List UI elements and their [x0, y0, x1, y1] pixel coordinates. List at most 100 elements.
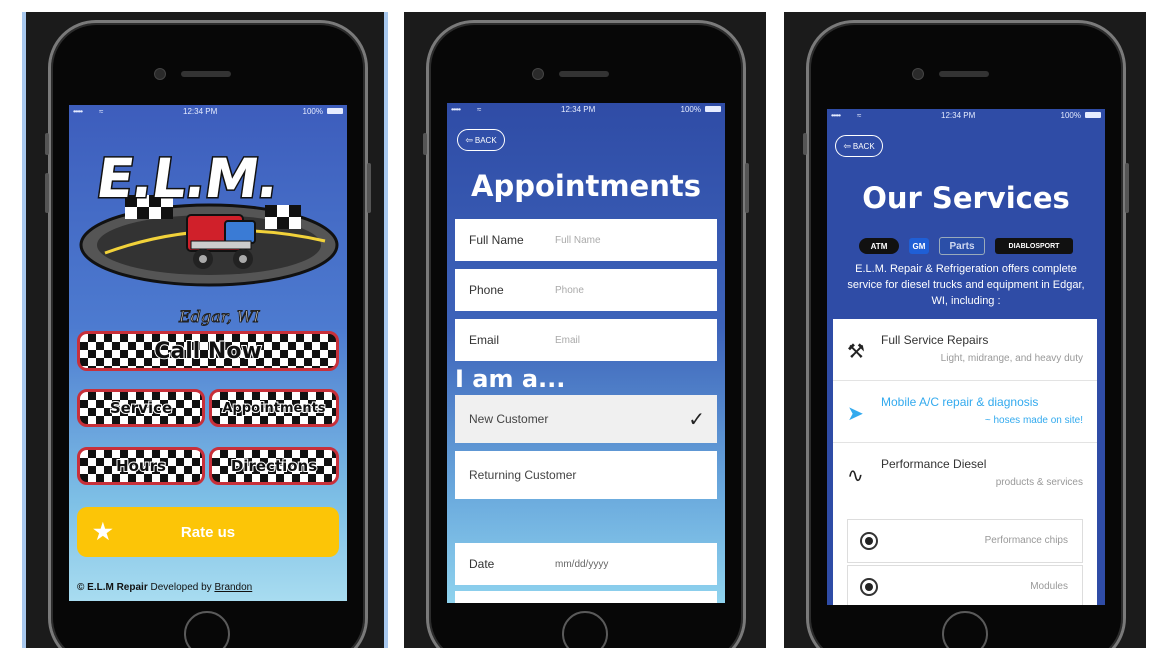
- service-title: Mobile A/C repair & diagnosis: [881, 395, 1039, 409]
- signal-indicator: •••••: [73, 107, 83, 116]
- full-name-placeholder: Full Name: [555, 234, 601, 246]
- wifi-icon: ≈: [99, 107, 104, 116]
- wifi-icon: ≈: [477, 105, 482, 114]
- front-camera: [154, 68, 166, 80]
- appointments-label: Appointments: [221, 400, 326, 417]
- front-camera: [532, 68, 544, 80]
- home-button[interactable]: [184, 611, 230, 648]
- next-field-partial[interactable]: [455, 591, 717, 603]
- sub-option[interactable]: Performance chips: [847, 519, 1083, 563]
- footer: © E.L.M Repair Developed by Brandon: [77, 582, 252, 593]
- phone-frame: ••••• ≈ 12:34 PM 100% E.L.M. Edgar, WI C…: [45, 20, 371, 648]
- screenshot-services: ••••• ≈ 12:34 PM 100% ⇦ BACK Our Service…: [784, 12, 1146, 648]
- services-description: E.L.M. Repair & Refrigeration offers com…: [847, 263, 1085, 307]
- full-name-label: Full Name: [469, 233, 524, 247]
- status-bar: ••••• ≈ 12:34 PM 100%: [447, 103, 725, 115]
- service-title: Performance Diesel: [881, 457, 987, 471]
- speaker: [559, 71, 609, 77]
- option-new-customer[interactable]: New Customer ✓: [455, 395, 717, 443]
- brand-logo: Parts: [939, 237, 985, 255]
- elm-logo: E.L.M. Edgar, WI: [75, 125, 343, 327]
- status-time: 12:34 PM: [183, 107, 218, 116]
- service-item[interactable]: ➤ Mobile A/C repair & diagnosis ~ hoses …: [833, 381, 1097, 443]
- call-now-label: Call Now: [153, 338, 263, 365]
- battery-percent: 100%: [680, 105, 701, 114]
- option-returning-customer[interactable]: Returning Customer: [455, 451, 717, 499]
- speaker: [939, 71, 989, 77]
- front-camera: [912, 68, 924, 80]
- customer-type-heading: I am a...: [455, 365, 566, 393]
- directions-button[interactable]: Directions: [209, 447, 339, 485]
- status-time: 12:34 PM: [561, 105, 596, 114]
- rate-us-label: Rate us: [180, 523, 236, 541]
- returning-customer-label: Returning Customer: [469, 468, 577, 482]
- service-label: Service: [109, 398, 173, 418]
- footer-copyright: © E.L.M Repair: [77, 582, 148, 593]
- battery-icon: [705, 106, 721, 112]
- home-button[interactable]: [942, 611, 988, 648]
- status-bar: ••••• ≈ 12:34 PM 100%: [69, 105, 347, 117]
- services-screen: ••••• ≈ 12:34 PM 100% ⇦ BACK Our Service…: [827, 109, 1105, 605]
- service-subtitle: products & services: [995, 477, 1083, 488]
- back-button[interactable]: ⇦ BACK: [457, 129, 505, 151]
- service-button[interactable]: Service: [77, 389, 205, 427]
- email-placeholder: Email: [555, 334, 581, 346]
- phone-placeholder: Phone: [555, 284, 584, 296]
- home-screen: ••••• ≈ 12:34 PM 100% E.L.M. Edgar, WI C…: [69, 105, 347, 601]
- full-name-field[interactable]: Full Name Full Name: [455, 219, 717, 261]
- signal-indicator: •••••: [831, 111, 841, 120]
- status-bar: ••••• ≈ 12:34 PM 100%: [827, 109, 1105, 121]
- battery-percent: 100%: [1060, 111, 1081, 120]
- sub-option-label: Performance chips: [984, 535, 1068, 546]
- pulse-icon: ∿: [847, 465, 864, 487]
- phone-frame: ••••• ≈ 12:34 PM 100% ⇦ BACK Appointment…: [423, 20, 749, 648]
- service-item[interactable]: ∿ Performance Diesel products & services: [833, 443, 1097, 505]
- screenshot-home: ••••• ≈ 12:34 PM 100% E.L.M. Edgar, WI C…: [22, 12, 388, 648]
- page-title: Appointments: [471, 169, 701, 203]
- radio-icon: [860, 578, 878, 596]
- page-title: Our Services: [862, 181, 1070, 215]
- rate-us-button[interactable]: ★ Rate us: [77, 507, 339, 557]
- phone-field[interactable]: Phone Phone: [455, 269, 717, 311]
- date-field[interactable]: Date mm/dd/yyyy: [455, 543, 717, 585]
- status-time: 12:34 PM: [941, 111, 976, 120]
- mute-switch: [803, 133, 807, 155]
- power-button: [367, 163, 371, 213]
- power-button: [745, 163, 749, 213]
- appointments-screen: ••••• ≈ 12:34 PM 100% ⇦ BACK Appointment…: [447, 103, 725, 603]
- back-button[interactable]: ⇦ BACK: [835, 135, 883, 157]
- email-field[interactable]: Email Email: [455, 319, 717, 361]
- mute-switch: [423, 133, 427, 155]
- star-icon: ★: [93, 519, 113, 544]
- phone-label: Phone: [469, 283, 504, 297]
- email-label: Email: [469, 333, 500, 347]
- sub-option[interactable]: Modules: [847, 565, 1083, 605]
- service-subtitle: Light, midrange, and heavy duty: [940, 353, 1083, 364]
- sub-option-label: Modules: [1030, 581, 1068, 592]
- call-now-button[interactable]: Call Now: [77, 331, 339, 371]
- date-placeholder: mm/dd/yyyy: [555, 558, 609, 570]
- logo-location: Edgar, WI: [179, 307, 261, 327]
- service-title: Full Service Repairs: [881, 333, 989, 347]
- back-arrow-icon: ⇦: [843, 140, 851, 151]
- brand-logo: DIABLOSPORT: [995, 238, 1073, 254]
- appointments-button[interactable]: Appointments: [209, 389, 339, 427]
- logo-text: E.L.M.: [91, 146, 283, 212]
- power-button: [1125, 163, 1129, 213]
- service-item[interactable]: ⚒ Full Service Repairs Light, midrange, …: [833, 319, 1097, 381]
- tools-icon: ⚒: [847, 341, 865, 363]
- home-button[interactable]: [562, 611, 608, 648]
- back-label: BACK: [852, 141, 875, 151]
- services-list: ⚒ Full Service Repairs Light, midrange, …: [833, 319, 1097, 605]
- wifi-icon: ≈: [857, 111, 862, 120]
- phone-frame: ••••• ≈ 12:34 PM 100% ⇦ BACK Our Service…: [803, 20, 1129, 648]
- paper-plane-icon: ➤: [847, 403, 864, 425]
- directions-label: Directions: [230, 456, 318, 476]
- hours-button[interactable]: Hours: [77, 447, 205, 485]
- footer-author-link[interactable]: Brandon: [214, 582, 252, 593]
- date-label: Date: [469, 557, 495, 571]
- screenshot-appointments: ••••• ≈ 12:34 PM 100% ⇦ BACK Appointment…: [404, 12, 766, 648]
- service-subtitle: ~ hoses made on site!: [984, 415, 1083, 426]
- back-label: BACK: [474, 135, 497, 145]
- footer-developed: Developed by: [150, 582, 212, 593]
